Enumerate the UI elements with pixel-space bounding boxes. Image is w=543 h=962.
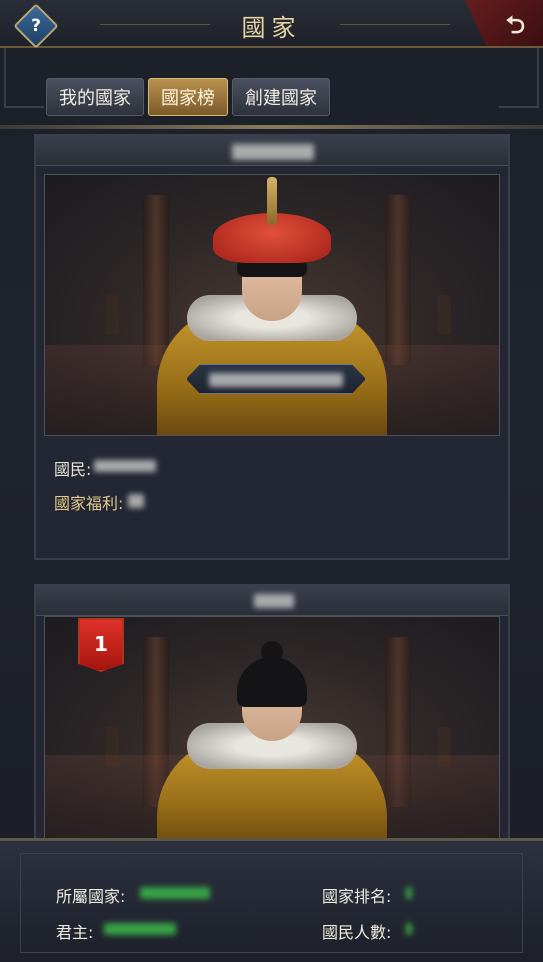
hair-bun: [261, 641, 283, 663]
prince-figure: [157, 627, 387, 845]
palace-lantern: [437, 295, 451, 335]
ruler-name-redacted: [209, 373, 343, 387]
back-arrow-icon: ⮌: [505, 11, 525, 39]
population-label: 國民人數:: [322, 923, 392, 942]
welfare-value-redacted: [128, 494, 144, 508]
country-card[interactable]: 國民: 國家福利:: [34, 134, 510, 560]
tab-my-country[interactable]: 我的國家: [46, 78, 144, 116]
country-card[interactable]: 1: [34, 584, 510, 846]
tab-country-ranking[interactable]: 國家榜: [148, 78, 228, 116]
ruler-label: 君主:: [56, 923, 94, 942]
citizens-label: 國民:: [54, 460, 92, 479]
country-rank-label: 國家排名:: [322, 887, 392, 906]
rank-badge: 1: [78, 618, 124, 672]
citizens-row: 國民:: [54, 456, 91, 480]
population-value-redacted: [406, 923, 412, 935]
belong-country-value-redacted: [140, 887, 210, 899]
ruler-name-plate: [186, 364, 366, 394]
emperor-figure: [157, 177, 387, 435]
title-divider-right: [340, 24, 450, 25]
country-name-redacted: [232, 144, 314, 160]
game-screen: ? 國家 ⮌ 我的國家 國家榜 創建國家 國民: 國家福利: 1 所屬國家: 國…: [0, 0, 543, 962]
ruler-value-redacted: [104, 923, 176, 935]
frame-corner-left: [4, 48, 44, 108]
welfare-row: 國家福利:: [54, 490, 123, 514]
welfare-label: 國家福利:: [54, 494, 124, 513]
prince-hair: [237, 657, 307, 707]
page-title: 國家: [241, 14, 302, 42]
belong-country-label: 所屬國家:: [56, 887, 126, 906]
hat-finial: [267, 177, 277, 225]
country-name-header: [36, 586, 508, 616]
frame-corner-right: [499, 48, 539, 108]
palace-lantern: [105, 295, 119, 335]
tab-divider: [0, 125, 543, 129]
player-info-bar: 所屬國家: 國家排名: 君主: 國民人數:: [0, 838, 543, 962]
citizens-value-redacted: [94, 460, 156, 472]
ruler-portrait: [44, 174, 500, 436]
country-rank-value-redacted: [406, 887, 412, 899]
country-name-header: [36, 136, 508, 166]
header-bar: ? 國家 ⮌: [0, 0, 543, 49]
tab-create-country[interactable]: 創建國家: [232, 78, 330, 116]
tab-bar: 我的國家 國家榜 創建國家: [46, 78, 330, 116]
palace-pillar: [385, 195, 411, 365]
country-name-redacted: [254, 594, 294, 608]
